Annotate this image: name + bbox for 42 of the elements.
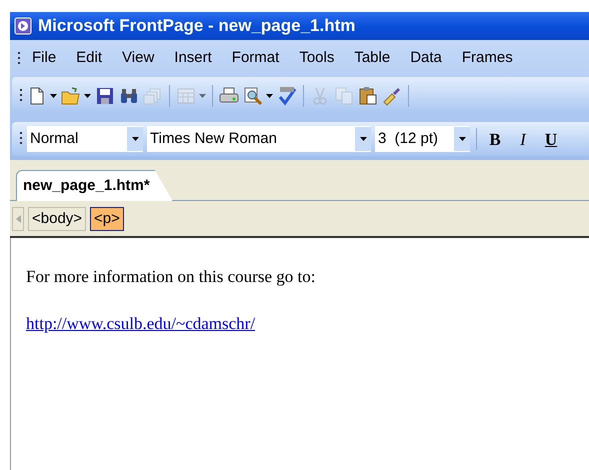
pages-icon — [143, 86, 163, 106]
caret-icon[interactable] — [266, 94, 273, 98]
folder-icon — [61, 86, 81, 106]
italic-button[interactable]: I — [511, 127, 535, 151]
app-icon — [14, 17, 32, 35]
style-dropdown[interactable]: Normal — [27, 126, 143, 152]
menu-item[interactable]: Data — [401, 47, 451, 70]
caret-icon[interactable] — [132, 137, 138, 141]
font-size-dropdown[interactable]: 3 (12 pt) — [375, 126, 470, 152]
spellcheck-icon — [277, 86, 297, 106]
caret-icon[interactable] — [360, 137, 366, 141]
menu-item[interactable]: Format — [222, 47, 288, 70]
save-icon — [95, 86, 115, 106]
grip-icon[interactable] — [20, 88, 23, 102]
printer-icon — [219, 86, 239, 106]
tag-button[interactable]: <body> — [28, 206, 86, 230]
grip-icon[interactable] — [18, 52, 21, 66]
menu-item[interactable]: Tools — [290, 47, 344, 70]
window-title: Microsoft FrontPage - new_page_1.htm — [38, 15, 356, 38]
menu-item[interactable]: File — [23, 47, 66, 70]
caret-icon[interactable] — [50, 94, 57, 98]
grip-icon[interactable] — [20, 132, 23, 146]
caret-icon[interactable] — [458, 137, 466, 141]
menu-item[interactable]: Insert — [165, 47, 221, 70]
menu-item[interactable]: View — [113, 47, 164, 70]
tag-button[interactable]: <p> — [90, 206, 124, 230]
link[interactable]: http://www.csulb.edu/~cdamschr/ — [26, 314, 256, 332]
document-tab[interactable]: new_page_1.htm* — [16, 170, 173, 201]
menu-item[interactable]: Frames — [452, 47, 522, 70]
magnifier-icon — [243, 86, 263, 106]
copy-icon — [334, 86, 354, 106]
clipboard-icon — [358, 86, 378, 106]
bold-button[interactable]: B — [483, 127, 507, 151]
paintbrush-icon — [382, 86, 402, 106]
paragraph: For more information on this course go to: — [26, 266, 316, 288]
left-arrow-icon — [16, 214, 20, 222]
table-icon — [176, 86, 196, 106]
menu-item[interactable]: Edit — [67, 47, 112, 70]
caret-icon[interactable] — [84, 94, 91, 98]
underline-button[interactable]: U — [539, 127, 563, 151]
font-dropdown[interactable]: Times New Roman — [147, 126, 371, 152]
menu-item[interactable]: Table — [345, 47, 400, 70]
